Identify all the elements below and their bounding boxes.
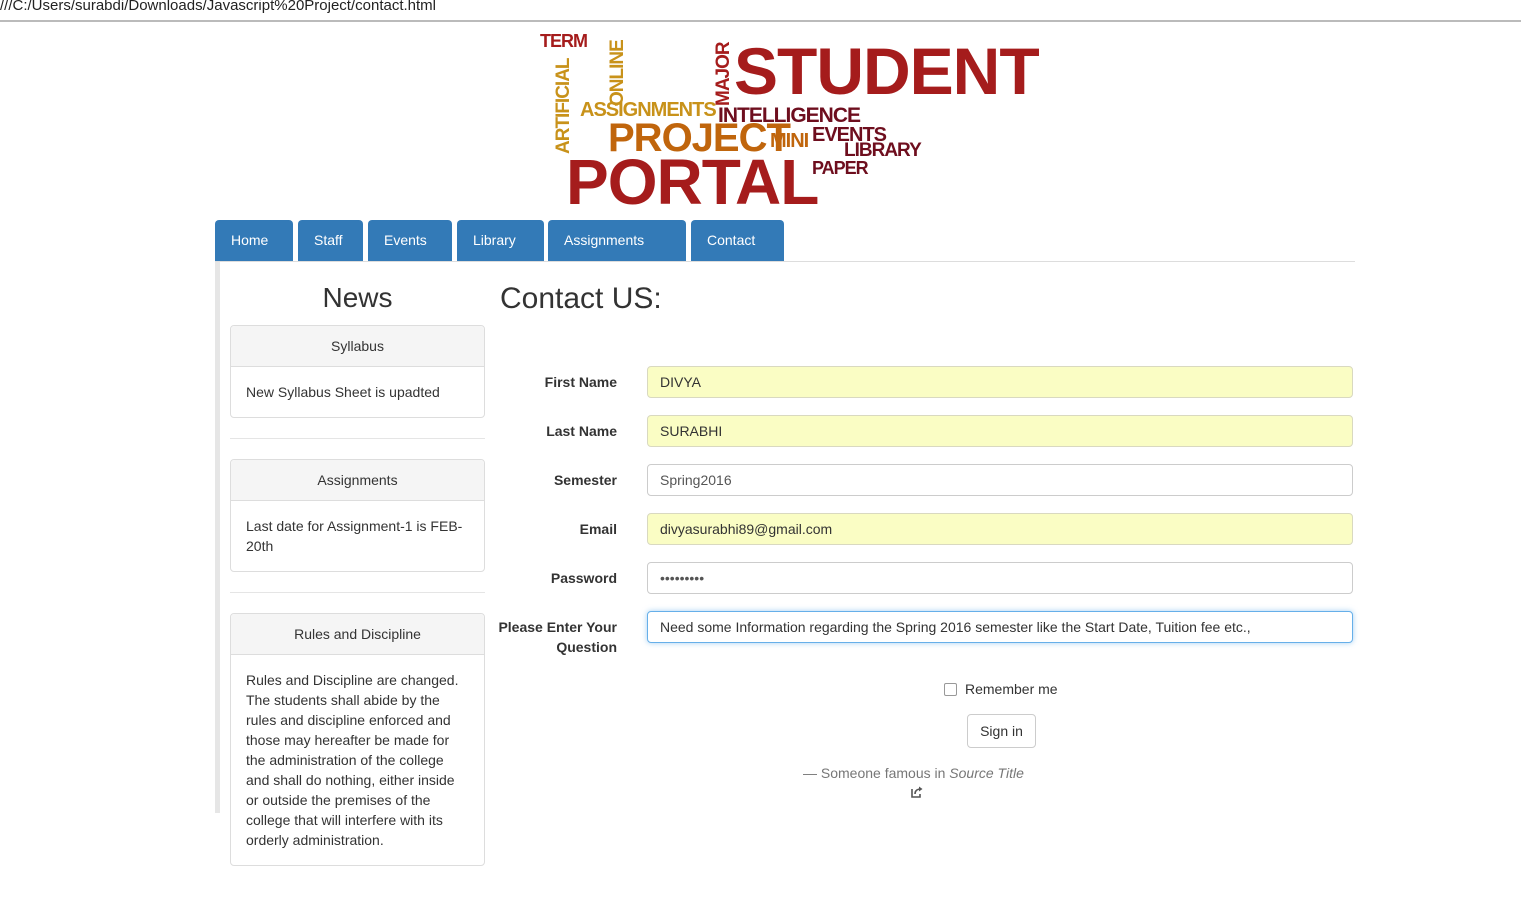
nav-tab-contact[interactable]: Contact <box>691 220 784 261</box>
first-name-field[interactable]: DIVYA <box>647 366 1353 398</box>
last-name-label: Last Name <box>546 423 617 439</box>
nav-tab-staff[interactable]: Staff <box>298 220 363 261</box>
panel-body: Rules and Discipline are changed. The st… <box>246 672 459 848</box>
logo-word-paper: PAPER <box>812 158 869 178</box>
question-field[interactable]: Need some Information regarding the Spri… <box>647 611 1353 643</box>
email-label: Email <box>579 521 617 537</box>
password-label: Password <box>550 570 617 586</box>
semester-label: Semester <box>553 472 617 488</box>
nav-tab-home[interactable]: Home <box>215 220 293 261</box>
nav-tab-assignments[interactable]: Assignments <box>548 220 686 261</box>
logo-word-portal: PORTAL <box>566 146 819 218</box>
address-url: ///C:/Users/surabdi/Downloads/Javascript… <box>0 0 437 14</box>
panel-heading: Syllabus <box>231 326 484 367</box>
first-name-label: First Name <box>544 374 617 390</box>
news-heading: News <box>322 282 393 313</box>
nav-tab-events[interactable]: Events <box>368 220 452 261</box>
logo-word-term: TERM <box>540 31 588 51</box>
last-name-field[interactable]: SURABHI <box>647 415 1353 447</box>
panel-heading: Rules and Discipline <box>231 614 484 655</box>
nav-tab-library[interactable]: Library <box>457 220 544 261</box>
email-field[interactable]: divyasurabhi89@gmail.com <box>647 513 1353 545</box>
logo-word-artificial: ARTIFICIAL <box>553 58 574 154</box>
password-field[interactable]: ••••••••• <box>647 562 1353 594</box>
sign-in-button[interactable]: Sign in <box>967 714 1036 748</box>
logo-word-major: MAJOR <box>713 42 734 106</box>
remember-label: Remember me <box>965 681 1058 697</box>
contact-heading: Contact US: <box>500 282 662 315</box>
share-icon[interactable] <box>910 785 924 799</box>
news-panel-rules: Rules and Discipline Rules and Disciplin… <box>230 613 485 866</box>
news-divider <box>230 592 485 593</box>
sidebar-border <box>215 262 220 813</box>
question-label: Please Enter Your Question <box>498 619 617 655</box>
remember-me[interactable]: Remember me <box>944 680 1058 698</box>
semester-field[interactable]: Spring2016 <box>647 464 1353 496</box>
logo-word-online: ONLINE <box>607 40 628 106</box>
main-nav: Home Staff Events Library Assignments Co… <box>215 220 1355 262</box>
remember-checkbox[interactable] <box>944 683 957 696</box>
quote-source: Source Title <box>949 765 1024 781</box>
quote-prefix: — Someone famous in <box>803 765 946 781</box>
student-portal-logo: TERM ONLINE ARTIFICIAL MAJOR STUDENT ASS… <box>536 30 1040 218</box>
logo-word-student: STUDENT <box>734 34 1040 108</box>
address-bar[interactable]: ///C:/Users/surabdi/Downloads/Javascript… <box>0 0 1521 22</box>
blockquote-footer: — Someone famous in Source Title <box>803 765 1024 781</box>
